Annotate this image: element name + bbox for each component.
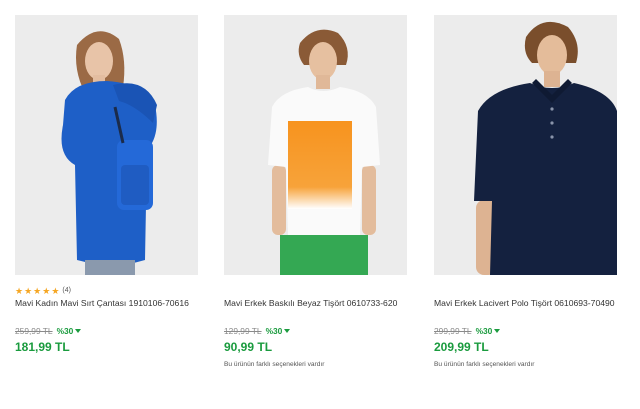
price-row: 129,99 TL %30	[224, 326, 291, 336]
product-title[interactable]: Mavi Erkek Lacivert Polo Tişört 0610693-…	[434, 298, 615, 308]
product-card[interactable]: Mavi Erkek Lacivert Polo Tişört 0610693-…	[425, 0, 625, 409]
variants-note: Bu ürünün farklı seçenekleri vardır	[224, 361, 325, 368]
sale-price: 181,99 TL	[15, 340, 70, 354]
sale-price: 90,99 TL	[224, 340, 273, 354]
product-card[interactable]: Mavi Erkek Baskılı Beyaz Tişört 0610733-…	[215, 0, 415, 409]
product-image[interactable]	[15, 15, 198, 275]
product-image[interactable]	[224, 15, 407, 275]
discount-down-arrow-icon	[75, 329, 82, 333]
variants-note: Bu ürünün farklı seçenekleri vardır	[434, 361, 535, 368]
old-price: 299,99 TL	[434, 326, 472, 336]
product-image[interactable]	[434, 15, 617, 275]
old-price: 259,99 TL	[15, 326, 53, 336]
review-count: (4)	[62, 287, 71, 294]
old-price: 129,99 TL	[224, 326, 262, 336]
product-grid: ★ ★ ★ ★ ★ (4) Mavi Kadın Mavi Sırt Çanta…	[0, 0, 640, 409]
rating: ★ ★ ★ ★ ★ (4)	[15, 286, 71, 296]
product-card[interactable]: ★ ★ ★ ★ ★ (4) Mavi Kadın Mavi Sırt Çanta…	[6, 0, 206, 409]
product-title[interactable]: Mavi Kadın Mavi Sırt Çantası 1910106-706…	[15, 298, 189, 308]
discount-badge: %30	[56, 326, 74, 336]
price-row: 259,99 TL %30	[15, 326, 82, 336]
star-icon: ★	[51, 286, 60, 296]
price-row: 299,99 TL %30	[434, 326, 501, 336]
sale-price: 209,99 TL	[434, 340, 489, 354]
discount-badge: %30	[265, 326, 283, 336]
discount-down-arrow-icon	[284, 329, 291, 333]
star-icon: ★	[33, 286, 42, 296]
discount-down-arrow-icon	[494, 329, 501, 333]
star-icon: ★	[15, 286, 24, 296]
discount-badge: %30	[475, 326, 493, 336]
star-icon: ★	[24, 286, 33, 296]
product-title[interactable]: Mavi Erkek Baskılı Beyaz Tişört 0610733-…	[224, 298, 397, 308]
star-icon: ★	[42, 286, 51, 296]
